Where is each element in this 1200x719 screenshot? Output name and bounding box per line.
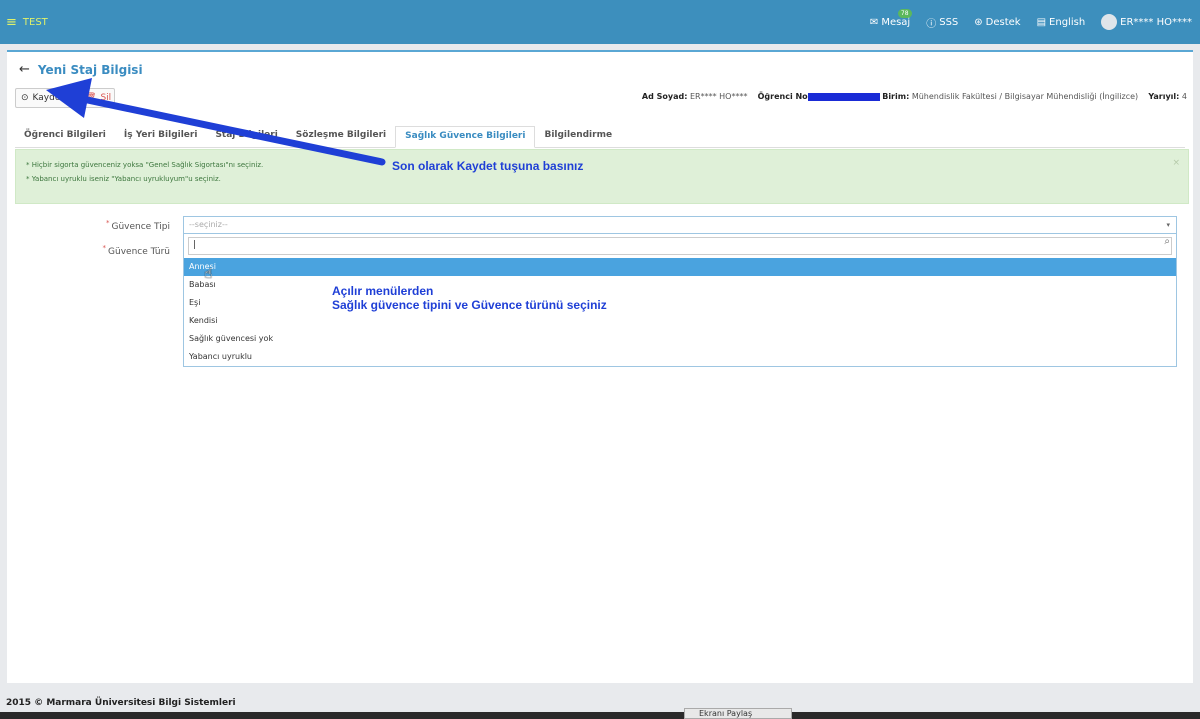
student-no-label: Öğrenci No [757,92,808,101]
check-circle-icon: ⊙ [21,93,29,103]
tab-health-insurance-info[interactable]: Sağlık Güvence Bilgileri [395,126,536,148]
annotation-save-instruction: Son olarak Kaydet tuşuna basınız [392,159,584,173]
option-list: Annesi Babası Eşi Kendisi Sağlık güvence… [184,258,1176,366]
nav-support[interactable]: ⊛ Destek [974,17,1020,28]
insurance-kind-label-text: Güvence Türü [108,247,170,257]
name-label: Ad Soyad: [641,92,688,101]
option-annesi[interactable]: Annesi [184,258,1176,276]
option-foreign[interactable]: Yabancı uyruklu [184,348,1176,366]
option-kendisi[interactable]: Kendisi [184,312,1176,330]
nav-faq-label: SSS [939,16,959,28]
save-button[interactable]: ⊙ Kaydet [15,88,75,108]
user-menu[interactable]: ER**** HO**** [1101,14,1192,30]
insurance-type-label-text: Güvence Tipi [111,222,170,232]
nav-faq[interactable]: ⓘ SSS [926,15,958,30]
support-icon: ⊛ [974,16,983,28]
info-alert: * Hiçbir sigorta güvenceniz yoksa "Genel… [15,149,1189,204]
student-info: Ad Soyad: ER**** HO**** Öğrenci No Birim… [642,92,1187,101]
nav-support-label: Destek [985,16,1021,28]
delete-button-label: Sil [100,93,112,103]
tab-internship-info[interactable]: Staj Bilgileri [206,126,286,147]
required-marker: * [102,244,107,252]
alert-line-1: * Hiçbir sigorta güvenceniz yoksa "Genel… [26,161,264,169]
tab-notification[interactable]: Bilgilendirme [535,126,621,147]
tab-workplace-info[interactable]: İş Yeri Bilgileri [115,126,207,147]
required-marker: * [105,219,110,227]
semester-label: Yarıyıl: [1148,92,1180,101]
page-header: ← Yeni Staj Bilgisi [19,62,143,77]
tab-contract-info[interactable]: Sözleşme Bilgileri [287,126,395,147]
nav-messages[interactable]: ✉ Mesaj 78 [869,8,912,28]
search-icon: ⌕ [1164,236,1170,247]
top-navbar: ≡ TEST ✉ Mesaj 78 ⓘ SSS ⊛ Destek ▤ Engli… [0,0,1200,44]
message-count-badge: 78 [897,8,912,18]
name-value: ER**** HO**** [689,92,748,101]
user-name: ER**** HO**** [1120,16,1192,28]
delete-button[interactable]: 🗑 Sil [79,88,115,108]
tab-bar: Öğrenci Bilgileri İş Yeri Bilgileri Staj… [15,126,1185,148]
taskbar-tab[interactable]: Ekranı Paylaş [684,708,792,719]
insurance-type-placeholder: --seçiniz-- [189,220,228,229]
hand-cursor-icon: ☝ [204,266,213,282]
annotation-select-instruction: Açılır menülerden Sağlık güvence tipini … [332,284,607,312]
avatar [1101,14,1118,30]
semester-value: 4 [1181,92,1187,101]
redacted-student-no [807,92,880,101]
nav-language[interactable]: ▤ English [1037,17,1086,28]
page-title: Yeni Staj Bilgisi [37,62,143,77]
hamburger-menu-icon[interactable]: ≡ [6,15,17,30]
back-arrow-icon[interactable]: ← [19,62,30,77]
question-icon: ⓘ [926,18,937,30]
insurance-type-select[interactable]: --seçiniz-- ▾ [183,216,1177,234]
app-name: TEST [22,16,48,28]
chevron-down-icon: ▾ [1166,221,1170,229]
save-button-label: Kaydet [32,93,64,103]
language-icon: ▤ [1036,16,1047,28]
unit-label: Birim: [882,92,910,101]
option-no-insurance[interactable]: Sağlık güvencesi yok [184,330,1176,348]
nav-language-label: English [1049,16,1086,28]
insurance-type-label: * Güvence Tipi [85,219,170,232]
taskbar [0,712,1200,719]
tab-student-info[interactable]: Öğrenci Bilgileri [15,126,115,147]
alert-close-icon[interactable]: × [1172,156,1180,170]
annotation-line-2: Sağlık güvence tipini ve Güvence türünü … [332,298,607,312]
dropdown-search-input[interactable]: | [188,237,1172,255]
alert-line-2: * Yabancı uyruklu iseniz "Yabancı uyrukl… [26,175,221,183]
trash-icon: 🗑 [85,93,97,103]
nav-messages-label: Mesaj [881,16,911,28]
insurance-kind-label: * Güvence Türü [85,244,170,257]
footer-text: 2015 © Marmara Üniversitesi Bilgi Sistem… [6,698,236,708]
unit-value: Mühendislik Fakültesi / Bilgisayar Mühen… [911,92,1139,101]
brand[interactable]: ≡ TEST [0,15,48,30]
envelope-icon: ✉ [869,16,879,28]
annotation-line-1: Açılır menülerden [332,284,434,298]
